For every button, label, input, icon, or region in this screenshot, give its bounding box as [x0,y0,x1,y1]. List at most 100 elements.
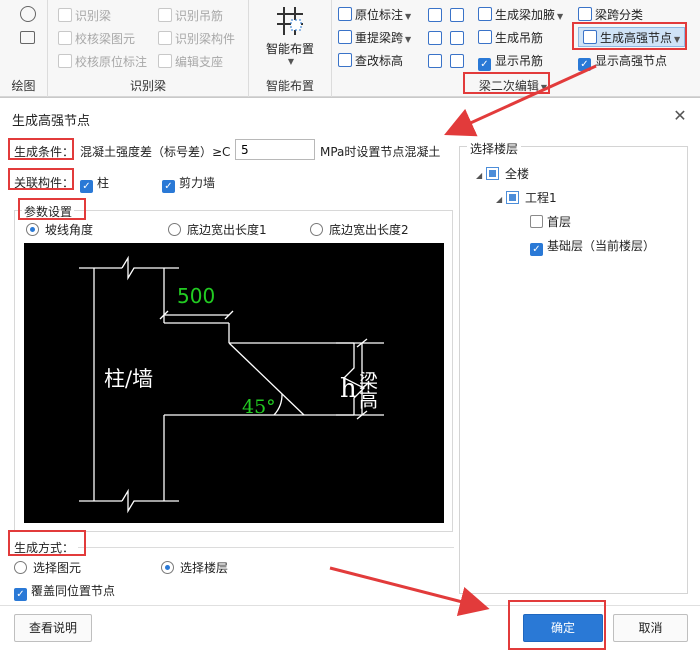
strength-difference-input[interactable] [235,139,315,160]
method-radio-select-floor[interactable]: 选择楼层 [161,559,228,576]
check-inplace-annotation-button[interactable]: 校核原位标注 [58,52,147,72]
override-same-position-checkbox[interactable]: ✓ 覆盖同位置节点 [14,582,115,601]
edit-support-button[interactable]: 编辑支座 [158,52,223,72]
haunch-icon [478,7,492,21]
check-annotation-icon [58,54,72,68]
radio-icon [168,223,181,236]
node-diagram-canvas: 500 柱/墙 45° h 梁高 [24,243,444,523]
generate-haunch-button[interactable]: 生成梁加腋 ▼ [478,5,563,25]
cancel-button[interactable]: 取消 [613,614,688,642]
smart-layout-button[interactable]: 智能布置 ▼ [253,4,327,66]
related-label: 关联构件： [14,176,75,190]
span-classify-button[interactable]: 梁跨分类 [578,5,643,25]
tree-item-project[interactable]: ◢ 工程1 [496,189,557,206]
generate-hanger-bar-button[interactable]: 生成吊筋 [478,28,543,48]
checkbox-checked-icon: ✓ [578,58,591,71]
node-icon [583,30,597,44]
column-wall-text: 柱/墙 [104,367,153,391]
node-diagram: 500 柱/墙 45° h 梁高 [79,255,384,514]
tree-item-foundation-floor[interactable]: ✓ 基础层（当前楼层） [530,237,655,256]
recognize-beam-component-button[interactable]: 识别梁构件 [158,29,235,49]
expand-triangle-icon[interactable]: ◢ [496,195,506,204]
ok-button[interactable]: 确定 [523,614,603,642]
hanger-bar-icon [158,8,172,22]
hook-icon[interactable] [450,54,464,68]
recognize-beam-button[interactable]: 识别梁 [58,6,111,26]
ribbon-group-title-draw: 绘图 [11,79,36,93]
radio-selected-icon [26,223,39,236]
angle-45-text: 45° [242,396,276,418]
show-hanger-bar-checkbox[interactable]: ✓ 显示吊筋 [478,51,543,71]
condition-text: 混凝土强度差（标号差）≥C [80,145,231,159]
checkbox-icon [530,215,543,228]
rectangle-icon[interactable] [20,31,35,44]
chevron-down-icon: ▼ [287,57,295,66]
chevron-down-icon: ▼ [405,12,412,21]
shield-icon[interactable] [428,8,442,22]
copy-span-icon[interactable] [428,31,442,45]
span-icon [338,30,352,44]
partial-check-icon [486,167,499,180]
chevron-down-icon: ▼ [540,83,548,92]
recognize-beam-icon [58,8,72,22]
clock-icon[interactable] [20,6,36,22]
recognize-hanger-bar-button[interactable]: 识别吊筋 [158,6,223,26]
beam-component-icon [158,31,172,45]
grid-layout-icon [277,7,303,35]
dialog-title: 生成高强节点 [12,114,91,129]
checkbox-checked-icon: ✓ [14,588,27,601]
radio-selected-icon [161,561,174,574]
help-button[interactable]: 查看说明 [14,614,92,642]
expand-triangle-icon[interactable]: ◢ [476,171,486,180]
tree-item-first-floor[interactable]: 首层 [530,213,571,230]
generate-high-strength-node-button[interactable]: 生成高强节点 ▼ [578,27,686,47]
method-label: 生成方式： [14,541,75,555]
ribbon-group-beam-edit: 原位标注 ▼ 重提梁跨 ▼ 查改标高 生成梁加腋 ▼ 生成吊筋 ✓ 显示吊筋 梁跨分类 … [332,0,700,97]
method-radio-select-element[interactable]: 选择图元 [14,559,81,576]
annotation-icon [338,7,352,21]
tree-item-whole-building[interactable]: ◢ 全楼 [476,165,529,182]
param-radio-bottom-width-1[interactable]: 底边宽出长度1 [168,221,267,238]
checkbox-checked-icon: ✓ [80,180,93,193]
ribbon-group-draw: 绘图 [0,0,48,97]
elevation-icon [338,53,352,67]
dimension-500-text: 500 [177,284,215,308]
partial-check-icon [506,191,519,204]
grid-icon[interactable] [450,8,464,22]
re-extract-span-button[interactable]: 重提梁跨 ▼ [338,28,411,48]
param-label: 参数设置 [22,203,75,220]
chevron-down-icon: ▼ [557,12,564,21]
floor-tree: ◢ 全楼 ◢ 工程1 首层 ✓ 基础层（当前楼层） [459,146,688,594]
ribbon-group-title-beam-edit[interactable]: 梁二次编辑 ▼ [476,77,550,94]
related-column-checkbox[interactable]: ✓ 柱 [80,174,109,193]
param-radio-bottom-width-2[interactable]: 底边宽出长度2 [310,221,409,238]
radio-icon [14,561,27,574]
arch-icon[interactable] [428,54,442,68]
checkbox-checked-icon: ✓ [478,58,491,71]
related-shear-wall-checkbox[interactable]: ✓ 剪力墙 [162,174,215,193]
checkbox-checked-icon: ✓ [162,180,175,193]
chevron-down-icon: ▼ [674,35,681,44]
edit-elevation-button[interactable]: 查改标高 [338,51,403,71]
check-beam-element-button[interactable]: 校核梁图元 [58,29,135,49]
ribbon-group-title-smart: 智能布置 [265,79,314,93]
edit-support-icon [158,54,172,68]
checkbox-checked-icon: ✓ [530,243,543,256]
method-separator [78,547,454,548]
show-high-strength-node-checkbox[interactable]: ✓ 显示高强节点 [578,51,667,71]
check-beam-icon [58,31,72,45]
inplace-annotation-button[interactable]: 原位标注 ▼ [338,5,411,25]
param-radio-slope-angle[interactable]: 坡线角度 [26,221,93,238]
swap-icon[interactable] [450,31,464,45]
close-icon[interactable]: ✕ [670,106,690,126]
ribbon-group-smart-layout: 智能布置 ▼ 智能布置 [249,0,332,97]
footer-divider [0,605,700,606]
radio-icon [310,223,323,236]
classify-icon [578,7,592,21]
ribbon-toolbar: 绘图 识别梁 校核梁图元 校核原位标注 识别吊筋 识别梁构件 编辑支座 识别梁 … [0,0,700,97]
generate-high-strength-node-dialog: 生成高强节点 ✕ 生成条件： 混凝土强度差（标号差）≥C MPa时设置节点混凝土… [0,97,700,652]
condition-label: 生成条件： [14,145,75,159]
hanger-icon [478,30,492,44]
condition-suffix: MPa时设置节点混凝土 [320,145,441,159]
ribbon-group-title-recognize: 识别梁 [129,79,166,93]
